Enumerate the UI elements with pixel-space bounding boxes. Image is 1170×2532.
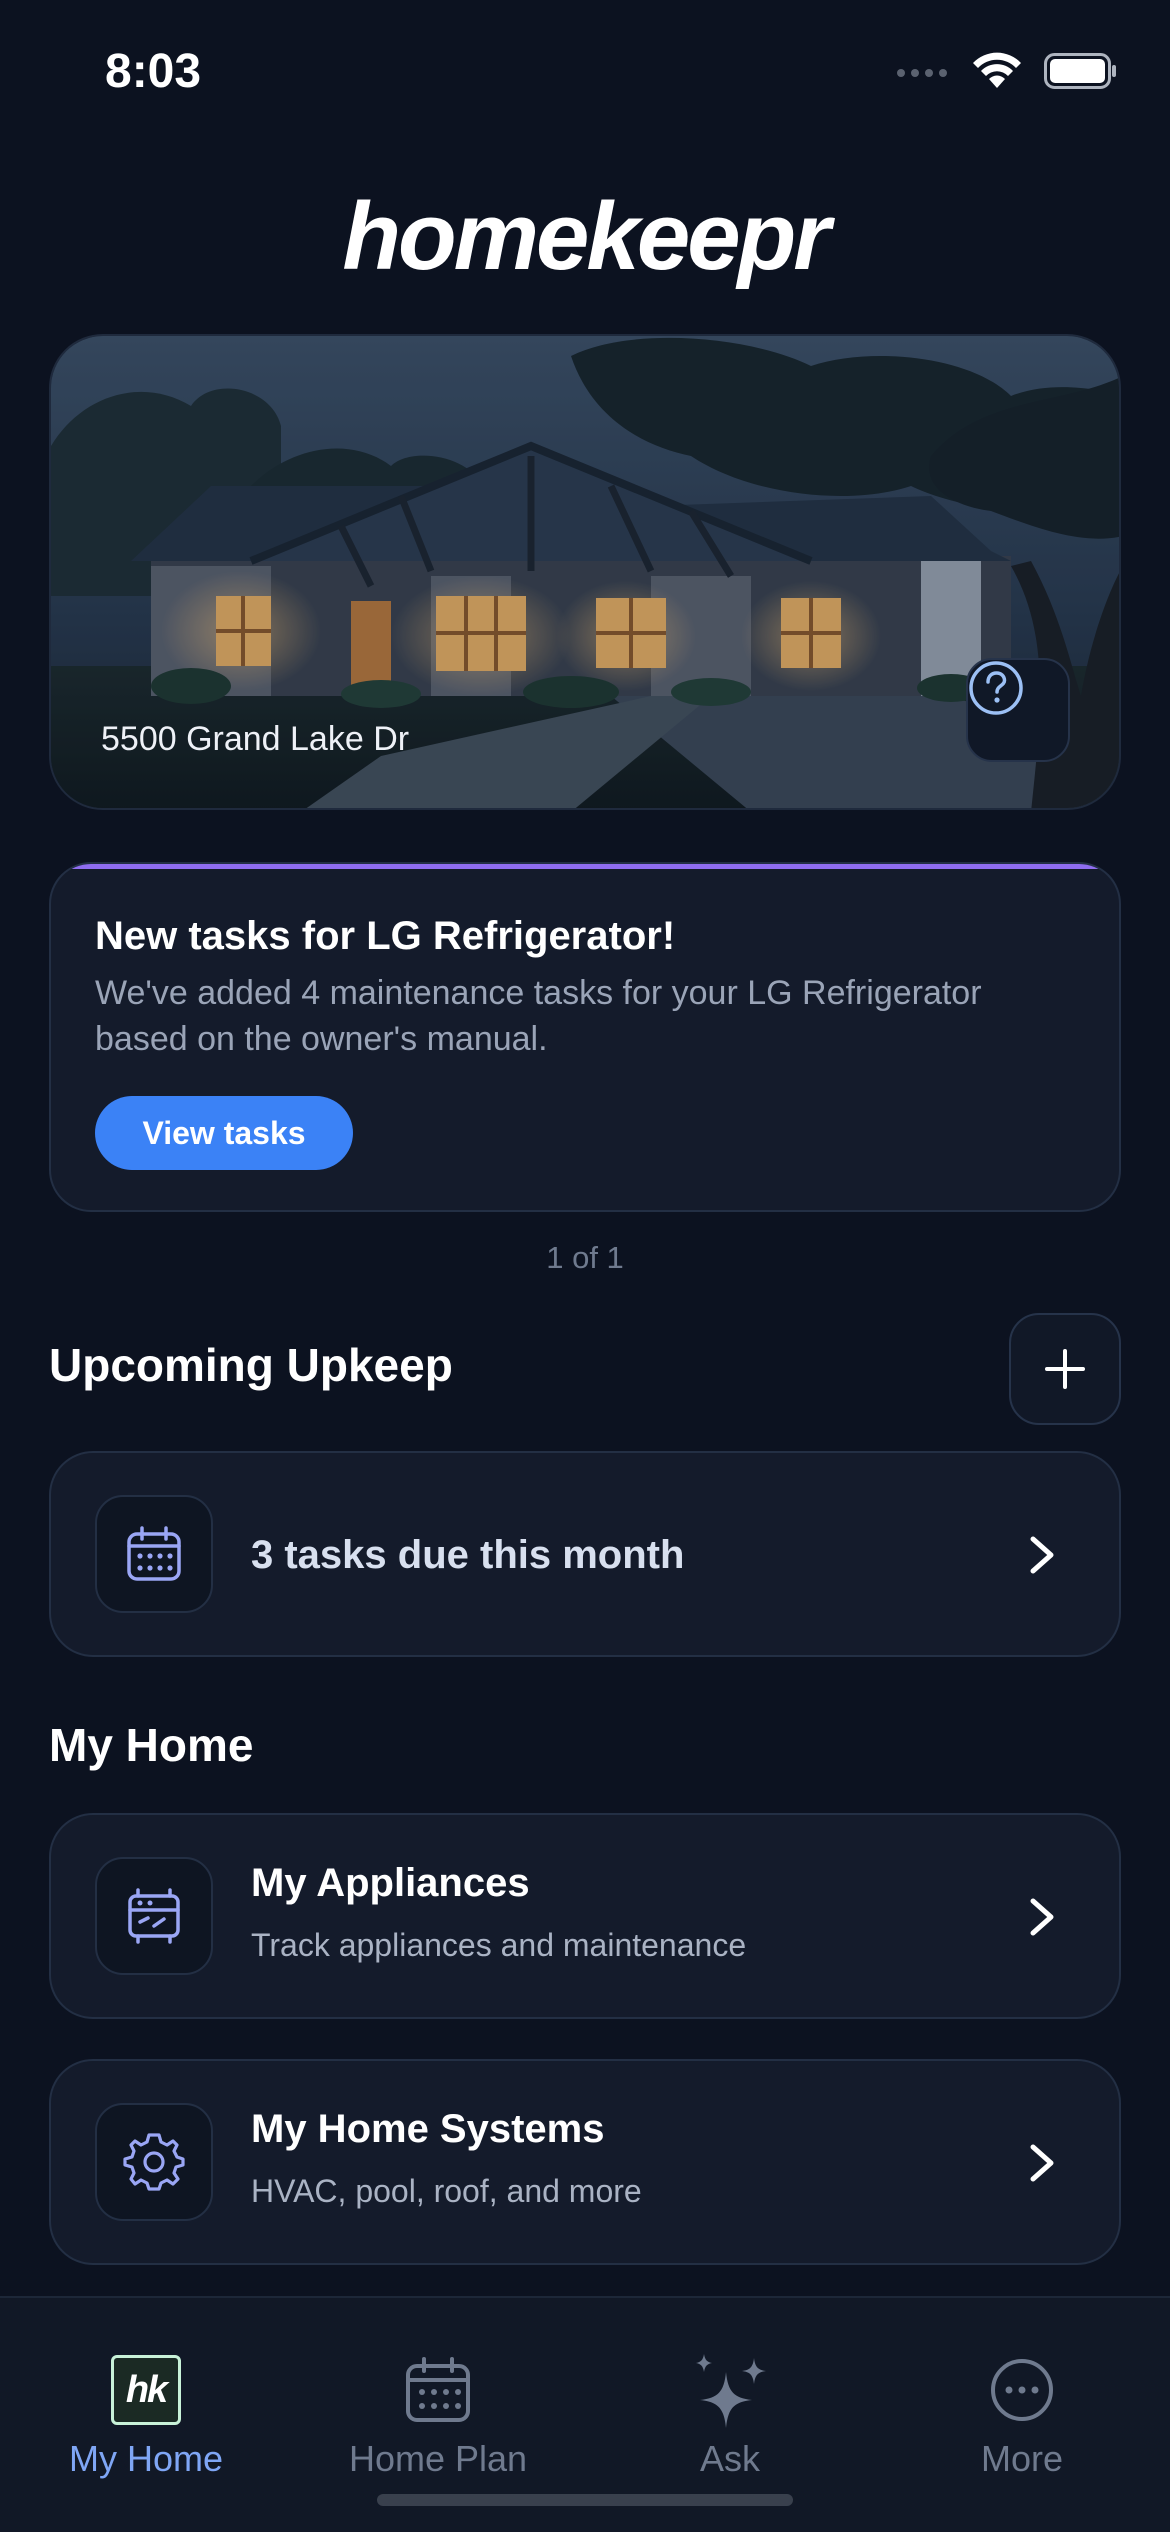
home-hero-card: 5500 Grand Lake Dr	[49, 334, 1121, 810]
appliances-subtitle: Track appliances and maintenance	[251, 1927, 747, 1963]
appliance-icon	[128, 1888, 180, 1944]
gear-icon	[123, 2133, 185, 2191]
home-address: 5500 Grand Lake Dr	[101, 720, 410, 758]
status-time: 8:03	[105, 45, 202, 98]
wifi-icon	[973, 52, 1021, 88]
home-systems-subtitle: HVAC, pool, roof, and more	[251, 2173, 642, 2209]
calendar-icon	[406, 2357, 470, 2422]
row-icon-container	[95, 1495, 213, 1613]
hk-logo-icon: hk	[111, 2355, 181, 2425]
upcoming-upkeep-heading: Upcoming Upkeep	[49, 1339, 453, 1391]
more-icon	[991, 2359, 1053, 2421]
my-home-systems-card[interactable]: My Home Systems HVAC, pool, roof, and mo…	[49, 2059, 1121, 2265]
sparkle-icon	[696, 2354, 766, 2428]
tab-label: Ask	[699, 2438, 760, 2479]
tasks-due-label: 3 tasks due this month	[251, 1533, 685, 1577]
signal-icon	[897, 69, 947, 77]
tab-home-plan[interactable]: Home Plan	[308, 2348, 568, 2480]
chevron-right-icon	[1030, 2144, 1054, 2182]
tab-my-home[interactable]: hk My Home	[16, 2348, 276, 2480]
status-indicators	[896, 52, 1118, 90]
tasks-due-card[interactable]: 3 tasks due this month	[49, 1451, 1121, 1657]
tab-label: More	[980, 2438, 1064, 2479]
add-task-button[interactable]	[1009, 1313, 1121, 1425]
tab-more[interactable]: More	[892, 2348, 1152, 2480]
chevron-right-icon	[1030, 1536, 1054, 1574]
tab-label: Home Plan	[348, 2438, 528, 2479]
my-home-heading: My Home	[49, 1719, 254, 1771]
chevron-right-icon	[1030, 1898, 1054, 1936]
plus-icon	[1045, 1349, 1085, 1389]
notification-pager: 1 of 1	[546, 1240, 624, 1275]
notification-title: New tasks for LG Refrigerator!	[95, 914, 676, 958]
row-icon-container	[95, 1857, 213, 1975]
notification-body: We've added 4 maintenance tasks for your…	[95, 974, 982, 1058]
tab-ask[interactable]: Ask	[600, 2348, 860, 2480]
app-logo: homekeepr	[342, 183, 830, 290]
status-bar: 8:03	[0, 0, 1170, 150]
view-tasks-button[interactable]: View tasks	[95, 1096, 353, 1170]
calendar-icon	[127, 1526, 181, 1581]
battery-icon	[1044, 53, 1116, 89]
home-indicator	[377, 2494, 793, 2506]
row-icon-container	[95, 2103, 213, 2221]
tab-label: My Home	[68, 2438, 224, 2479]
my-appliances-card[interactable]: My Appliances Track appliances and maint…	[49, 1813, 1121, 2019]
help-button[interactable]	[966, 658, 1070, 762]
home-systems-title: My Home Systems	[251, 2107, 605, 2151]
help-icon	[969, 661, 1023, 715]
notification-card: New tasks for LG Refrigerator! We've add…	[49, 862, 1121, 1212]
appliances-title: My Appliances	[251, 1861, 530, 1905]
